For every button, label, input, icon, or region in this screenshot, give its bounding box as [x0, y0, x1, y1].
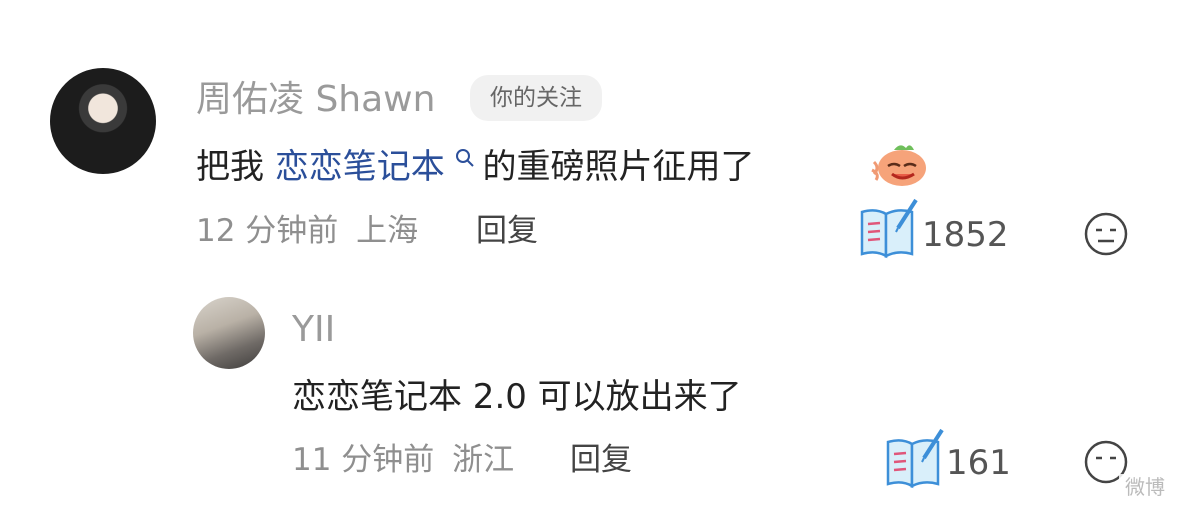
comment-location: 上海: [356, 213, 419, 249]
reply-reply-button[interactable]: 回复: [570, 445, 632, 476]
reply-avatar[interactable]: [193, 297, 265, 369]
reply-username[interactable]: YII: [292, 312, 335, 348]
follow-tag: 你的关注: [470, 75, 602, 121]
comment-text-after: 的重磅照片征用了: [482, 147, 755, 187]
keyword-link[interactable]: 恋恋笔记本: [275, 147, 445, 187]
notebook-like-icon: [860, 198, 918, 259]
like-button[interactable]: [858, 196, 918, 262]
reply-location: 浙江: [452, 442, 515, 478]
like-count: 1852: [922, 215, 1009, 255]
reply-meta: 11 分钟前 浙江: [292, 445, 514, 476]
search-icon: [448, 145, 483, 169]
reply-like-count: 161: [946, 443, 1011, 483]
reply-like-button[interactable]: [884, 426, 944, 492]
comment-meta: 12 分钟前 上海: [196, 216, 418, 247]
emoji-reaction-icon[interactable]: [1082, 210, 1130, 258]
reply-text: 恋恋笔记本 2.0 可以放出来了: [292, 377, 742, 417]
emoji-icon: [870, 140, 928, 188]
comment-time: 12 分钟前: [196, 213, 339, 249]
comment-text-before: 把我: [196, 147, 275, 187]
avatar[interactable]: [50, 68, 156, 174]
reply-time: 11 分钟前: [292, 442, 435, 478]
notebook-like-icon: [886, 428, 944, 489]
reply-button[interactable]: 回复: [476, 216, 538, 247]
watermark: 微博: [1119, 474, 1171, 500]
comment-username[interactable]: 周佑凌 Shawn: [196, 82, 435, 118]
comment-text: 把我 恋恋笔记本 的重磅照片征用了: [196, 147, 755, 187]
